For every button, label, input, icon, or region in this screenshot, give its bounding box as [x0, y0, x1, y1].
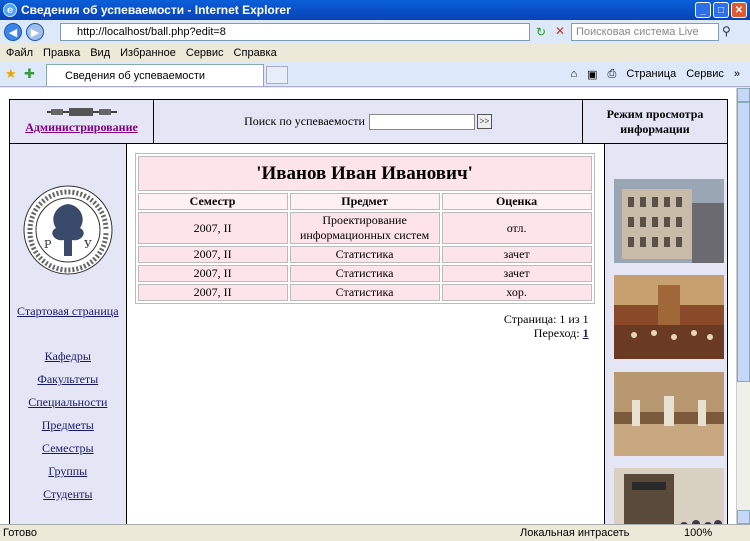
grades-table: 'Иванов Иван Иванович' Семестр Предмет О…	[134, 153, 595, 304]
cell-subject: Статистика	[289, 284, 440, 301]
pager-goto-label: Переход:	[533, 326, 580, 340]
tools-menu[interactable]: Сервис	[686, 68, 724, 81]
tab-label: Сведения об успеваемости	[65, 69, 206, 82]
sidebar-item-specialties[interactable]: Специальности	[10, 391, 126, 414]
menu-view[interactable]: Вид	[90, 47, 110, 59]
menu-favorites[interactable]: Избранное	[120, 47, 176, 59]
search-input[interactable]: Поисковая система Live	[571, 23, 719, 41]
cell-grade: отл.	[441, 212, 592, 244]
address-input[interactable]: http://localhost/ball.php?edit=8	[60, 23, 530, 41]
cell-semester: 2007, II	[137, 265, 288, 282]
search-placeholder: Поисковая система Live	[576, 26, 699, 38]
ie-icon: e	[3, 3, 17, 17]
tab-bar: ★ ✚ Сведения об успеваемости ⌂ ▣ ⎙ Стран…	[0, 62, 750, 87]
site-header: Администрирование Поиск по успеваемости …	[9, 99, 728, 144]
cell-grade: зачет	[441, 265, 592, 282]
scroll-down-button[interactable]	[737, 510, 750, 524]
search-icon[interactable]: ⚲	[722, 24, 731, 38]
window-title: Сведения об успеваемости - Internet Expl…	[21, 3, 291, 17]
window-titlebar: e Сведения об успеваемости - Internet Ex…	[0, 0, 750, 20]
status-text: Готово	[3, 527, 37, 539]
header-logo-icon	[46, 108, 117, 116]
cell-subject: Статистика	[289, 265, 440, 282]
cell-subject: Проектирование информационных систем	[289, 212, 440, 244]
home-icon[interactable]: ⌂	[570, 68, 577, 81]
cell-subject: Статистика	[289, 246, 440, 263]
sidebar-item-faculties[interactable]: Факультеты	[10, 368, 126, 391]
sidebar: Р У Стартовая страница Кафедры Факультет…	[10, 144, 127, 524]
pager: Страница: 1 из 1 Переход: 1	[136, 312, 589, 340]
back-button[interactable]: ◀	[4, 23, 22, 41]
sidebar-home-link[interactable]: Стартовая страница	[10, 304, 126, 319]
scroll-thumb[interactable]	[737, 102, 750, 382]
sidebar-item-semesters[interactable]: Семестры	[10, 437, 126, 460]
building-photo	[613, 179, 724, 263]
cell-grade: зачет	[441, 246, 592, 263]
sidebar-item-departments[interactable]: Кафедры	[10, 345, 126, 368]
close-button[interactable]: ✕	[731, 2, 747, 18]
cell-semester: 2007, II	[137, 284, 288, 301]
forward-button[interactable]: ▶	[26, 23, 44, 41]
tab-current[interactable]: Сведения об успеваемости	[46, 64, 264, 86]
cell-semester: 2007, II	[137, 246, 288, 263]
zoom-control[interactable]: 100%	[684, 527, 712, 539]
page-viewport: Администрирование Поиск по успеваемости …	[0, 88, 736, 524]
column-header-grade: Оценка	[441, 193, 592, 210]
column-header-semester: Семестр	[137, 193, 288, 210]
university-emblem-icon: Р У	[23, 185, 113, 275]
menu-help[interactable]: Справка	[234, 47, 277, 59]
minimize-button[interactable]: _	[695, 2, 711, 18]
sidebar-item-students[interactable]: Студенты	[10, 483, 126, 506]
menu-file[interactable]: Файл	[6, 47, 33, 59]
table-row: 2007, II Статистика зачет	[137, 265, 592, 282]
column-header-subject: Предмет	[289, 193, 440, 210]
scroll-up-button[interactable]	[737, 88, 750, 102]
library-hall-photo	[613, 275, 724, 359]
pager-page-link[interactable]: 1	[583, 326, 589, 340]
address-url: http://localhost/ball.php?edit=8	[77, 26, 226, 38]
vertical-scrollbar[interactable]	[736, 88, 750, 524]
header-logo-cell: Администрирование	[10, 100, 154, 143]
admin-link[interactable]: Администрирование	[25, 120, 138, 135]
more-chevron-icon[interactable]: »	[734, 68, 740, 81]
museum-hall-photo	[613, 372, 724, 456]
svg-text:У: У	[84, 238, 92, 251]
status-bar: Готово Локальная интрасеть 100%	[0, 524, 750, 541]
feeds-icon[interactable]: ▣	[587, 68, 597, 81]
page-content: Администрирование Поиск по успеваемости …	[9, 99, 728, 524]
table-row: 2007, II Проектирование информационных с…	[137, 212, 592, 244]
entrance-photo	[613, 468, 724, 524]
sidebar-item-subjects[interactable]: Предметы	[10, 414, 126, 437]
photo-sidebar	[603, 144, 727, 524]
main-content: 'Иванов Иван Иванович' Семестр Предмет О…	[126, 144, 604, 524]
maximize-button[interactable]: □	[713, 2, 729, 18]
search-go-button[interactable]: >>	[476, 114, 492, 129]
page-body: Р У Стартовая страница Кафедры Факультет…	[9, 144, 728, 524]
refresh-icon[interactable]: ↻	[536, 25, 546, 39]
header-search: Поиск по успеваемости >>	[154, 100, 583, 143]
table-row: 2007, II Статистика зачет	[137, 246, 592, 263]
stop-icon[interactable]: ✕	[555, 24, 565, 38]
page-menu[interactable]: Страница	[626, 68, 676, 81]
table-row: 2007, II Статистика хор.	[137, 284, 592, 301]
favorites-star-icon[interactable]: ★	[5, 66, 17, 82]
search-label: Поиск по успеваемости	[244, 114, 365, 128]
cell-semester: 2007, II	[137, 212, 288, 244]
sidebar-item-groups[interactable]: Группы	[10, 460, 126, 483]
menu-edit[interactable]: Правка	[43, 47, 80, 59]
menu-tools[interactable]: Сервис	[186, 47, 224, 59]
menu-bar: Файл Правка Вид Избранное Сервис Справка	[0, 44, 750, 62]
mode-label: Режим просмотра информации	[606, 106, 704, 136]
new-tab-button[interactable]	[266, 66, 288, 84]
add-favorite-icon[interactable]: ✚	[24, 66, 35, 82]
print-icon[interactable]: ⎙	[608, 68, 617, 81]
cell-grade: хор.	[441, 284, 592, 301]
pager-status: Страница: 1 из 1	[503, 312, 589, 326]
grades-search-input[interactable]	[368, 113, 475, 130]
address-toolbar: ◀ ▶ http://localhost/ball.php?edit=8 ↻ ✕…	[0, 20, 750, 44]
student-name: 'Иванов Иван Иванович'	[137, 156, 592, 191]
security-zone: Локальная интрасеть	[520, 527, 630, 539]
svg-text:Р: Р	[44, 238, 52, 251]
